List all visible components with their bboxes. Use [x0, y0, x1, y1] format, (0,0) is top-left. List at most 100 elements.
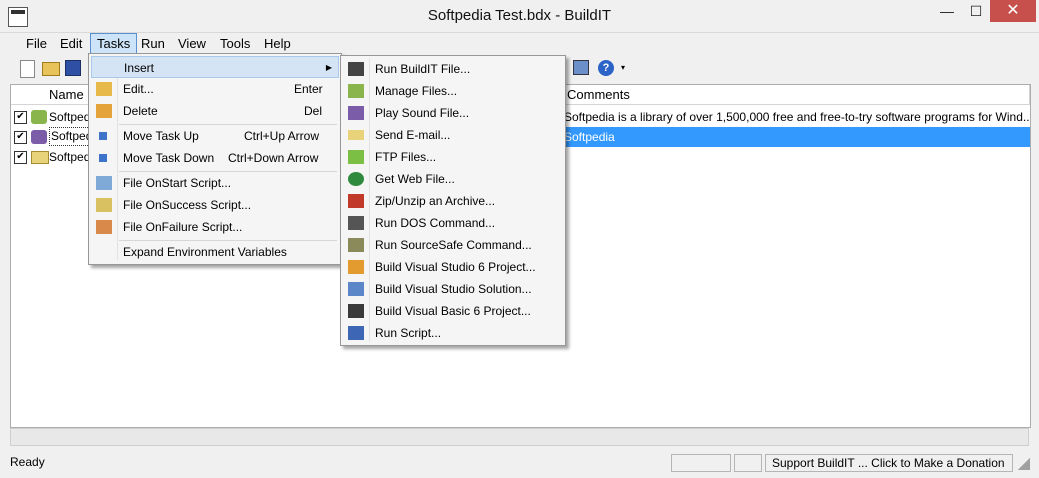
- open-folder-icon[interactable]: [42, 62, 60, 76]
- submenu-item-label: Play Sound File...: [375, 106, 470, 120]
- submenu-item[interactable]: Build Visual Studio 6 Project...: [343, 256, 563, 278]
- arrow-up-icon: [99, 132, 107, 140]
- script-icon: [96, 176, 112, 190]
- menu-file[interactable]: File: [20, 33, 53, 55]
- new-file-icon[interactable]: [20, 60, 35, 78]
- script-failure-icon: [96, 220, 112, 234]
- menu-item-label: Move Task Up: [123, 129, 199, 143]
- submenu-item[interactable]: Build Visual Basic 6 Project...: [343, 300, 563, 322]
- submenu-item[interactable]: Run BuildIT File...: [343, 58, 563, 80]
- help-icon[interactable]: ?: [598, 60, 614, 76]
- menu-item-label: Delete: [123, 104, 158, 118]
- column-header-name[interactable]: Name: [11, 85, 91, 105]
- menu-item-onfailure-script[interactable]: File OnFailure Script...: [91, 216, 339, 238]
- submenu-item[interactable]: Get Web File...: [343, 168, 563, 190]
- submenu-item-label: Run DOS Command...: [375, 216, 496, 230]
- menu-item-shortcut: Del: [304, 104, 323, 118]
- menu-help[interactable]: Help: [258, 33, 297, 55]
- email-icon: [31, 151, 49, 164]
- submenu-item[interactable]: Run SourceSafe Command...: [343, 234, 563, 256]
- submenu-item-label: Manage Files...: [375, 84, 458, 98]
- menu-item-insert[interactable]: Insert ▶: [91, 56, 339, 78]
- row-checkbox[interactable]: ✔: [14, 111, 27, 124]
- script-success-icon: [96, 198, 112, 212]
- submenu-item[interactable]: Play Sound File...: [343, 102, 563, 124]
- menu-item-label: Move Task Down: [123, 151, 215, 165]
- manage-files-icon: [348, 84, 364, 98]
- menu-item-move-up[interactable]: Move Task Up Ctrl+Up Arrow: [91, 125, 339, 147]
- menu-item-label: File OnSuccess Script...: [123, 198, 252, 212]
- submenu-item-label: Run SourceSafe Command...: [375, 238, 532, 252]
- submenu-item-label: Build Visual Studio Solution...: [375, 282, 532, 296]
- menu-item-label: Edit...: [123, 82, 154, 96]
- row-checkbox[interactable]: ✔: [14, 131, 27, 144]
- menu-item-edit[interactable]: Edit... Enter: [91, 78, 339, 100]
- menu-item-label: Insert: [124, 61, 155, 75]
- manage-files-icon: [31, 110, 47, 124]
- menu-tools[interactable]: Tools: [214, 33, 256, 55]
- submenu-item[interactable]: Build Visual Studio Solution...: [343, 278, 563, 300]
- arrow-down-icon: [99, 154, 107, 162]
- status-panel: [734, 454, 762, 472]
- menu-item-onsuccess-script[interactable]: File OnSuccess Script...: [91, 194, 339, 216]
- minimize-button[interactable]: —: [932, 0, 962, 22]
- submenu-item[interactable]: Run Script...: [343, 322, 563, 344]
- window-title: Softpedia Test.bdx - BuildIT: [427, 7, 612, 24]
- edit-icon: [96, 82, 112, 96]
- submenu-item[interactable]: Send E-mail...: [343, 124, 563, 146]
- menu-run[interactable]: Run: [135, 33, 171, 55]
- sourcesafe-icon: [348, 238, 364, 252]
- submenu-item-label: Run BuildIT File...: [375, 62, 471, 76]
- play-sound-icon: [31, 130, 47, 144]
- menu-view[interactable]: View: [172, 33, 212, 55]
- status-panel: [671, 454, 731, 472]
- visual-studio-solution-icon: [348, 282, 364, 296]
- resize-grip-icon[interactable]: [1018, 458, 1030, 470]
- row-name: Softped: [49, 110, 91, 124]
- row-comment: [561, 147, 1030, 167]
- row-comment: Softpedia: [561, 127, 1030, 147]
- menu-item-label: Expand Environment Variables: [123, 245, 287, 259]
- submenu-item-label: Build Visual Basic 6 Project...: [375, 304, 531, 318]
- save-icon[interactable]: [65, 60, 81, 76]
- menu-tasks[interactable]: Tasks: [90, 33, 138, 55]
- submenu-item[interactable]: Manage Files...: [343, 80, 563, 102]
- archive-icon: [348, 194, 364, 208]
- submenu-item[interactable]: FTP Files...: [343, 146, 563, 168]
- menu-edit[interactable]: Edit: [54, 33, 88, 55]
- horizontal-scrollbar[interactable]: [10, 428, 1029, 446]
- submenu-item[interactable]: Run DOS Command...: [343, 212, 563, 234]
- menu-item-label: File OnFailure Script...: [123, 220, 243, 234]
- submenu-item-label: Build Visual Studio 6 Project...: [375, 260, 536, 274]
- submenu-item-label: Run Script...: [375, 326, 442, 340]
- menu-item-move-down[interactable]: Move Task Down Ctrl+Down Arrow: [91, 147, 339, 169]
- globe-icon: [348, 172, 364, 186]
- ftp-icon: [348, 150, 364, 164]
- row-checkbox[interactable]: ✔: [14, 151, 27, 164]
- script-icon: [348, 326, 364, 340]
- maximize-button[interactable]: ☐: [962, 0, 990, 22]
- menu-item-delete[interactable]: Delete Del: [91, 100, 339, 122]
- close-button[interactable]: ✕: [990, 0, 1036, 22]
- submenu-item[interactable]: Zip/Unzip an Archive...: [343, 190, 563, 212]
- visual-basic-icon: [348, 304, 364, 318]
- dos-command-icon: [348, 216, 364, 230]
- menu-item-expand-env[interactable]: Expand Environment Variables: [91, 241, 339, 263]
- submenu-item-label: Send E-mail...: [375, 128, 451, 142]
- run-buildit-icon: [348, 62, 364, 76]
- menu-item-shortcut: Ctrl+Down Arrow: [228, 151, 319, 165]
- delete-icon: [96, 104, 112, 118]
- window-icon[interactable]: [573, 60, 589, 75]
- menu-item-onstart-script[interactable]: File OnStart Script...: [91, 172, 339, 194]
- status-bar: Ready Support BuildIT ... Click to Make …: [0, 452, 1039, 478]
- submenu-item-label: FTP Files...: [375, 150, 437, 164]
- column-header-comments[interactable]: Comments: [561, 85, 1030, 105]
- status-text: Ready: [10, 455, 45, 469]
- submenu-arrow-icon: ▶: [325, 63, 332, 72]
- donate-link[interactable]: Support BuildIT ... Click to Make a Dona…: [765, 454, 1013, 472]
- row-comment: Softpedia is a library of over 1,500,000…: [564, 110, 1030, 124]
- email-icon: [348, 130, 364, 140]
- row-name: Softped: [49, 150, 91, 164]
- sound-icon: [348, 106, 364, 120]
- toolbar-overflow-icon[interactable]: ▾: [621, 60, 629, 76]
